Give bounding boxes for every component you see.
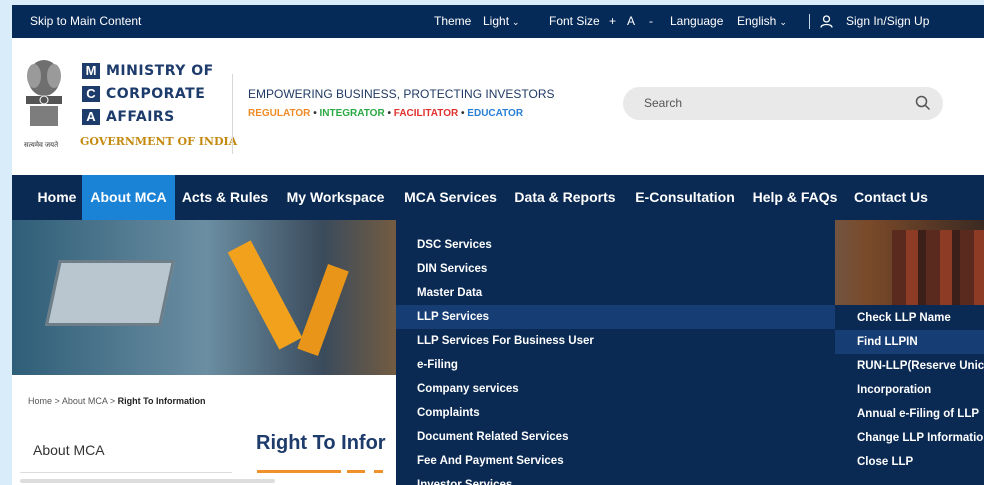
sidebar-divider (20, 472, 232, 473)
chevron-down-icon: ⌄ (512, 17, 520, 27)
nav-mca-services[interactable]: MCA Services (396, 175, 505, 220)
submenu-item-find-llpin[interactable]: Find LLPIN (835, 330, 984, 354)
tag-integrator: INTEGRATOR (319, 108, 385, 119)
government-of-india-text: GOVERNMENT OF INDIA (80, 135, 238, 148)
nav-contact-us[interactable]: Contact Us (845, 175, 937, 220)
font-increase-button[interactable]: + (609, 5, 616, 38)
submenu-item-close-llp[interactable]: Close LLP (835, 450, 984, 474)
menu-item-fee-payment[interactable]: Fee And Payment Services (396, 449, 835, 473)
brand-line-2: CORPORATE (106, 86, 206, 102)
tag-educator: EDUCATOR (467, 108, 524, 119)
tag-dot: • (461, 108, 465, 119)
font-reset-button[interactable]: A (627, 5, 635, 38)
submenu-item-annual-e-filing[interactable]: Annual e-Filing of LLP (835, 402, 984, 426)
site-header: सत्यमेव जयते M MINISTRY OF C CORPORATE A… (12, 38, 984, 175)
main-nav: Home About MCA Acts & Rules My Workspace… (12, 175, 984, 220)
theme-value: Light (483, 14, 510, 28)
national-emblem-icon[interactable] (20, 56, 68, 148)
language-select[interactable]: English ⌄ (737, 5, 787, 38)
theme-select[interactable]: Light ⌄ (483, 5, 520, 38)
breadcrumb-sep: > (54, 396, 60, 406)
chevron-down-icon: ⌄ (779, 17, 787, 27)
breadcrumb: Home > About MCA > Right To Information (28, 396, 205, 406)
menu-item-complaints[interactable]: Complaints (396, 401, 835, 425)
menu-item-investor-services[interactable]: Investor Services (396, 473, 835, 485)
mca-services-dropdown: DSC Services DIN Services Master Data LL… (396, 220, 835, 485)
menu-item-dsc-services[interactable]: DSC Services (396, 233, 835, 257)
sign-in-link[interactable]: Sign In/Sign Up (846, 5, 929, 38)
emblem-motto: सत्यमेव जयते (24, 142, 59, 149)
breadcrumb-home[interactable]: Home (28, 396, 52, 406)
nav-data-reports[interactable]: Data & Reports (505, 175, 625, 220)
font-decrease-button[interactable]: - (649, 5, 653, 38)
title-underline (347, 470, 365, 473)
menu-item-din-services[interactable]: DIN Services (396, 257, 835, 281)
breadcrumb-sep: > (109, 396, 116, 406)
nav-my-workspace[interactable]: My Workspace (275, 175, 396, 220)
breadcrumb-current: Right To Information (117, 396, 206, 406)
llp-services-submenu: Check LLP Name Find LLPIN RUN-LLP(Reserv… (835, 305, 984, 485)
title-underline (374, 470, 383, 473)
search-icon[interactable] (915, 95, 931, 111)
skip-to-main-link[interactable]: Skip to Main Content (30, 5, 141, 38)
tag-regulator: REGULATOR (248, 108, 311, 119)
tag-dot: • (387, 108, 391, 119)
banner-robot-arm (297, 263, 349, 357)
header-divider (232, 74, 233, 154)
language-label: Language (670, 14, 724, 28)
submenu-item-change-llp-info[interactable]: Change LLP Informatio (835, 426, 984, 450)
divider (809, 14, 810, 29)
submenu-item-run-llp[interactable]: RUN-LLP(Reserve Unic (835, 354, 984, 378)
submenu-item-incorporation[interactable]: Incorporation (835, 378, 984, 402)
brand-letter-c: C (82, 86, 100, 102)
menu-item-master-data[interactable]: Master Data (396, 281, 835, 305)
nav-help-faqs[interactable]: Help & FAQs (745, 175, 845, 220)
menu-item-e-filing[interactable]: e-Filing (396, 353, 835, 377)
language-value: English (737, 14, 777, 28)
page-title: Right To Infor (256, 432, 386, 454)
browser-viewport: Skip to Main Content Theme Light ⌄ Font S… (12, 5, 984, 485)
menu-item-llp-business-user[interactable]: LLP Services For Business User (396, 329, 835, 353)
banner-robot-arm (227, 240, 303, 350)
nav-acts-rules[interactable]: Acts & Rules (175, 175, 275, 220)
submenu-item-check-llp-name[interactable]: Check LLP Name (835, 306, 984, 330)
menu-item-company-services[interactable]: Company services (396, 377, 835, 401)
search-placeholder: Search (644, 96, 683, 110)
search-input[interactable]: Search (623, 87, 943, 120)
brand-letter-a: A (82, 109, 100, 125)
nav-about-mca[interactable]: About MCA (82, 175, 175, 220)
horizontal-scrollbar[interactable] (20, 479, 275, 483)
brand-line-3: AFFAIRS (106, 109, 175, 125)
utility-bar: Skip to Main Content Theme Light ⌄ Font S… (12, 5, 984, 38)
brand-line-1: MINISTRY OF (106, 63, 214, 79)
menu-item-document-services[interactable]: Document Related Services (396, 425, 835, 449)
font-size-label: Font Size (549, 14, 600, 28)
role-tags: REGULATOR • INTEGRATOR • FACILITATOR • E… (248, 108, 523, 119)
sidebar-item-about-mca[interactable]: About MCA (33, 442, 105, 458)
tag-dot: • (313, 108, 317, 119)
brand-letter-m: M (82, 63, 100, 79)
breadcrumb-about[interactable]: About MCA (62, 396, 108, 406)
user-icon[interactable] (820, 15, 833, 28)
menu-item-llp-services[interactable]: LLP Services (396, 305, 835, 329)
tag-facilitator: FACILITATOR (393, 108, 459, 119)
banner-laptop (44, 260, 176, 326)
nav-e-consultation[interactable]: E-Consultation (625, 175, 745, 220)
title-underline (257, 470, 341, 473)
theme-label: Theme (434, 14, 472, 28)
tagline: EMPOWERING BUSINESS, PROTECTING INVESTOR… (248, 87, 555, 101)
